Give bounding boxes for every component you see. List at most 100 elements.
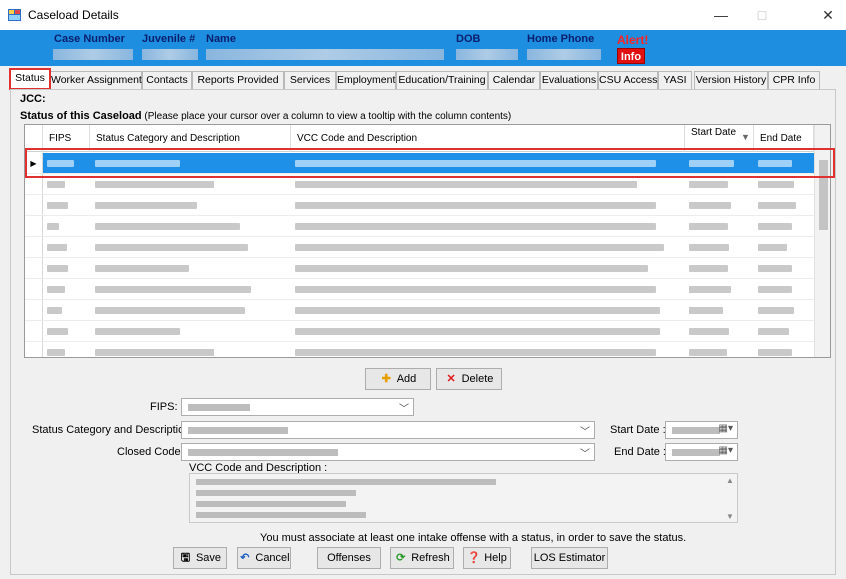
table-cell (758, 181, 794, 188)
tab-employment[interactable]: Employment (336, 71, 396, 89)
undo-icon: ↶ (240, 552, 250, 564)
row-selector[interactable] (25, 342, 43, 357)
table-cell (295, 202, 656, 209)
tab-cpr-info[interactable]: CPR Info (768, 71, 820, 89)
row-selector[interactable] (25, 195, 43, 215)
cancel-label: Cancel (255, 552, 290, 564)
table-cell (295, 307, 660, 314)
table-cell (47, 244, 67, 251)
table-cell (295, 265, 648, 272)
table-cell (689, 244, 729, 251)
table-cell (95, 202, 197, 209)
case-number-value (53, 49, 133, 60)
tab-contacts[interactable]: Contacts (142, 71, 192, 89)
chevron-down-icon: ﹀ (580, 449, 590, 460)
end-date-label: End Date : (614, 446, 666, 458)
table-row[interactable] (25, 258, 830, 279)
table-cell (758, 286, 792, 293)
table-cell (47, 223, 59, 230)
start-date-label: Start Date : (610, 424, 666, 436)
table-cell (758, 328, 789, 335)
los-estimator-button[interactable]: LOS Estimator (531, 547, 608, 569)
cancel-button[interactable]: ↶ Cancel (237, 547, 291, 569)
info-button[interactable]: Info (617, 48, 645, 64)
case-header: Case Number Juvenile # Name DOB Home Pho… (0, 30, 846, 66)
status-category-select[interactable]: ﹀ (181, 421, 595, 439)
row-selector[interactable] (25, 300, 43, 320)
tab-reports-provided[interactable]: Reports Provided (192, 71, 284, 89)
table-cell (295, 349, 656, 356)
table-row[interactable] (25, 237, 830, 258)
table-cell (758, 202, 796, 209)
calendar-icon[interactable]: ▦▾ (719, 445, 733, 456)
vcc-text-line (196, 501, 346, 507)
table-cell (47, 265, 68, 272)
vcc-text-line (196, 490, 356, 496)
table-cell (95, 265, 189, 272)
help-button[interactable]: ❓ Help (463, 547, 511, 569)
table-cell (758, 244, 787, 251)
tab-version-history[interactable]: Version History (694, 71, 768, 89)
table-row[interactable] (25, 279, 830, 300)
start-date-picker[interactable]: ▦▾ (665, 421, 738, 439)
end-date-picker[interactable]: ▦▾ (665, 443, 738, 461)
row-selector[interactable] (25, 279, 43, 299)
tab-education-training[interactable]: Education/Training (396, 71, 488, 89)
title-bar: Caseload Details — □ ✕ (0, 0, 846, 30)
add-icon: ✚ (381, 373, 391, 385)
table-cell (47, 307, 62, 314)
vcc-code-textbox[interactable]: ▲ ▼ (189, 473, 738, 523)
scroll-up-icon[interactable]: ▲ (726, 476, 734, 485)
table-cell (295, 328, 660, 335)
save-notice: You must associate at least one intake o… (260, 532, 687, 544)
tab-evaluations[interactable]: Evaluations (540, 71, 598, 89)
offenses-button[interactable]: Offenses (317, 547, 381, 569)
refresh-label: Refresh (411, 552, 450, 564)
delete-button[interactable]: ✕ Delete (436, 368, 502, 390)
row-selector[interactable] (25, 321, 43, 341)
home-phone-value (527, 49, 601, 60)
save-button[interactable]: 🖫 Save (173, 547, 227, 569)
table-row[interactable] (25, 195, 830, 216)
table-cell (95, 223, 240, 230)
calendar-icon[interactable]: ▦▾ (719, 423, 733, 434)
add-button[interactable]: ✚ Add (365, 368, 431, 390)
table-row[interactable] (25, 342, 830, 357)
tab-worker-assignment[interactable]: Worker Assignment (50, 71, 142, 89)
minimize-button[interactable]: — (701, 4, 741, 26)
table-row[interactable] (25, 300, 830, 321)
table-cell (47, 286, 65, 293)
status-section-title: Status of this Caseload (Please place yo… (20, 110, 511, 122)
delete-label: Delete (461, 373, 494, 385)
closed-code-select[interactable]: ﹀ (181, 443, 595, 461)
tab-yasi[interactable]: YASI (658, 71, 692, 89)
save-label: Save (195, 552, 222, 564)
row-selector[interactable] (25, 258, 43, 278)
tab-csu-access[interactable]: CSU Access (598, 71, 658, 89)
chevron-down-icon: ﹀ (399, 404, 409, 415)
status-tab-highlight (9, 68, 51, 90)
table-cell (758, 265, 792, 272)
table-cell (95, 328, 180, 335)
table-cell (95, 244, 248, 251)
tab-services[interactable]: Services (284, 71, 336, 89)
refresh-icon: ⟳ (396, 552, 406, 564)
delete-icon: ✕ (446, 373, 456, 385)
home-phone-label: Home Phone (527, 33, 595, 45)
fips-select[interactable]: ﹀ (181, 398, 414, 416)
fips-label: FIPS: (150, 401, 178, 413)
vcc-text-line (196, 479, 496, 485)
dob-label: DOB (456, 33, 481, 45)
scroll-down-icon[interactable]: ▼ (726, 512, 734, 521)
row-selector[interactable] (25, 216, 43, 236)
close-button[interactable]: ✕ (808, 4, 846, 26)
table-cell (689, 202, 731, 209)
maximize-button[interactable]: □ (742, 4, 782, 26)
table-row[interactable] (25, 321, 830, 342)
row-selector[interactable] (25, 237, 43, 257)
table-cell (689, 181, 728, 188)
tab-calendar[interactable]: Calendar (488, 71, 540, 89)
refresh-button[interactable]: ⟳ Refresh (390, 547, 454, 569)
table-row[interactable] (25, 216, 830, 237)
add-label: Add (396, 373, 417, 385)
